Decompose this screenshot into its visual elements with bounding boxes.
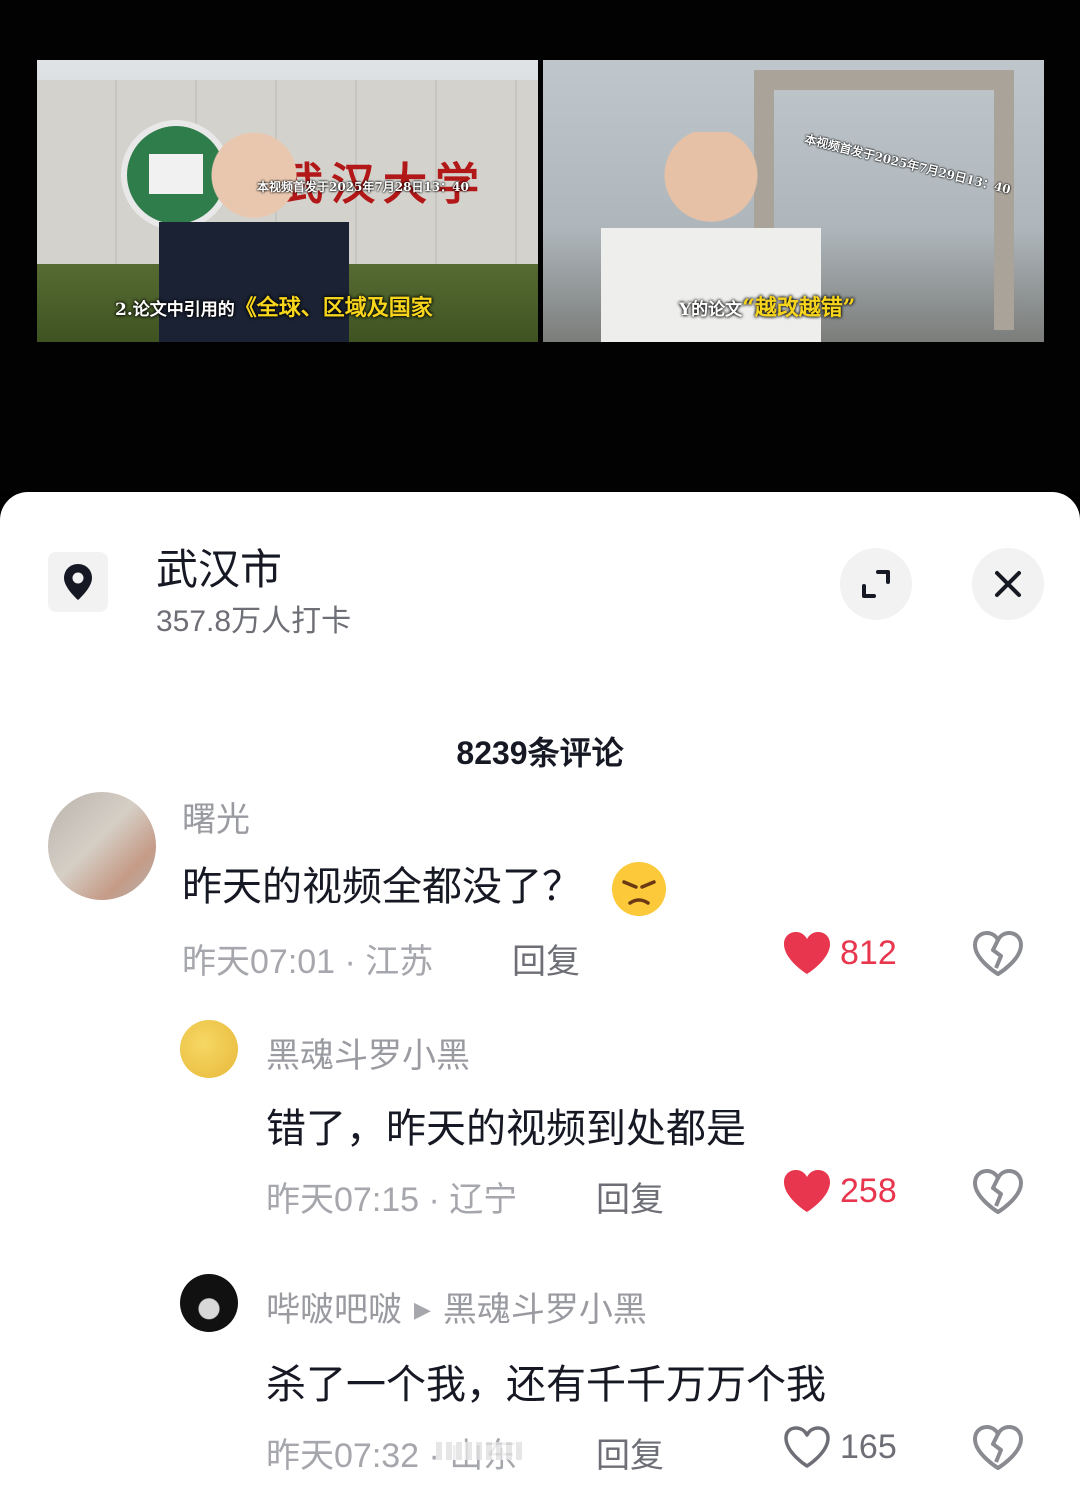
publish-time-overlay: 本视频首发于2025年7月28日13：40 <box>257 180 469 194</box>
close-icon <box>995 571 1021 597</box>
comment-text: 杀了一个我，还有千千万万个我 <box>266 1363 826 1407</box>
like-button[interactable]: 258 <box>782 1168 897 1214</box>
comment-username[interactable]: 黑魂斗罗小黑 <box>266 1028 470 1077</box>
comment-meta: 昨天07:01 · 江苏 <box>182 943 434 981</box>
video-frame-right: 本视频首发于2025年7月29日13：40 Y的论文“越改越错” <box>543 60 1044 342</box>
caption-prefix: Y的论文 <box>679 300 743 320</box>
reply-button[interactable]: 回复 <box>596 1172 664 1221</box>
expand-button[interactable] <box>840 548 912 620</box>
comment-body: 昨天的视频全都没了？ <box>182 865 582 909</box>
heart-filled-icon <box>784 1170 830 1212</box>
comment-username-thread: 哔啵吧啵 ▶ 黑魂斗罗小黑 <box>266 1282 647 1331</box>
comment-username[interactable]: 曙光 <box>182 792 250 841</box>
dislike-button[interactable] <box>972 1424 1024 1472</box>
video-frame-left: 武汉大学 本视频首发于2025年7月28日13：40 2.论文中引用的《全球、区… <box>37 60 538 342</box>
comment-username[interactable]: 哔啵吧啵 <box>266 1291 402 1329</box>
annoyed-emoji-icon <box>612 862 666 917</box>
comment-text: 昨天的视频全都没了？ <box>182 854 668 918</box>
like-count: 165 <box>840 1427 897 1466</box>
user-avatar[interactable] <box>180 1020 238 1078</box>
like-count: 812 <box>840 933 897 972</box>
reply-arrow-icon: ▶ <box>414 1297 431 1322</box>
video-caption-right: Y的论文“越改越错” <box>679 290 855 322</box>
expand-icon <box>862 570 890 598</box>
location-pin-icon <box>48 552 108 612</box>
broken-heart-icon <box>973 1425 1023 1470</box>
dislike-button[interactable] <box>972 1168 1024 1216</box>
caption-highlight: “越改越错” <box>742 295 856 321</box>
user-avatar[interactable] <box>48 792 156 900</box>
dislike-button[interactable] <box>972 930 1024 978</box>
broken-heart-icon <box>973 931 1023 976</box>
like-count: 258 <box>840 1171 897 1210</box>
checkin-count: 357.8万人打卡 <box>156 605 352 638</box>
reply-target-username[interactable]: 黑魂斗罗小黑 <box>443 1291 647 1329</box>
caption-prefix: 2.论文中引用的 <box>115 300 235 320</box>
like-button[interactable]: 165 <box>782 1424 897 1470</box>
video-caption-left: 2.论文中引用的《全球、区域及国家 <box>115 290 433 322</box>
close-button[interactable] <box>972 548 1044 620</box>
caption-highlight: 《全球、区域及国家 <box>234 295 433 321</box>
heart-filled-icon <box>784 932 830 974</box>
video-player[interactable]: 武汉大学 本视频首发于2025年7月28日13：40 2.论文中引用的《全球、区… <box>0 0 1080 492</box>
user-avatar[interactable] <box>180 1274 238 1332</box>
reply-button[interactable]: 回复 <box>596 1428 664 1477</box>
comment-text: 错了，昨天的视频到处都是 <box>266 1107 746 1151</box>
location-name[interactable]: 武汉市 <box>156 536 282 597</box>
reply-button[interactable]: 回复 <box>512 934 580 983</box>
broken-heart-icon <box>973 1169 1023 1214</box>
comment-meta: 昨天07:15 · 辽宁 <box>266 1181 518 1219</box>
comment-count-header: 8239条评论 <box>456 735 624 771</box>
location-comment-sheet: 武汉市 357.8万人打卡 8239条评论 曙光 昨天的视频全都没了？ 昨天07… <box>0 492 1080 1498</box>
watermark <box>436 1442 526 1460</box>
heart-outline-icon <box>784 1426 830 1468</box>
like-button[interactable]: 812 <box>782 930 897 976</box>
